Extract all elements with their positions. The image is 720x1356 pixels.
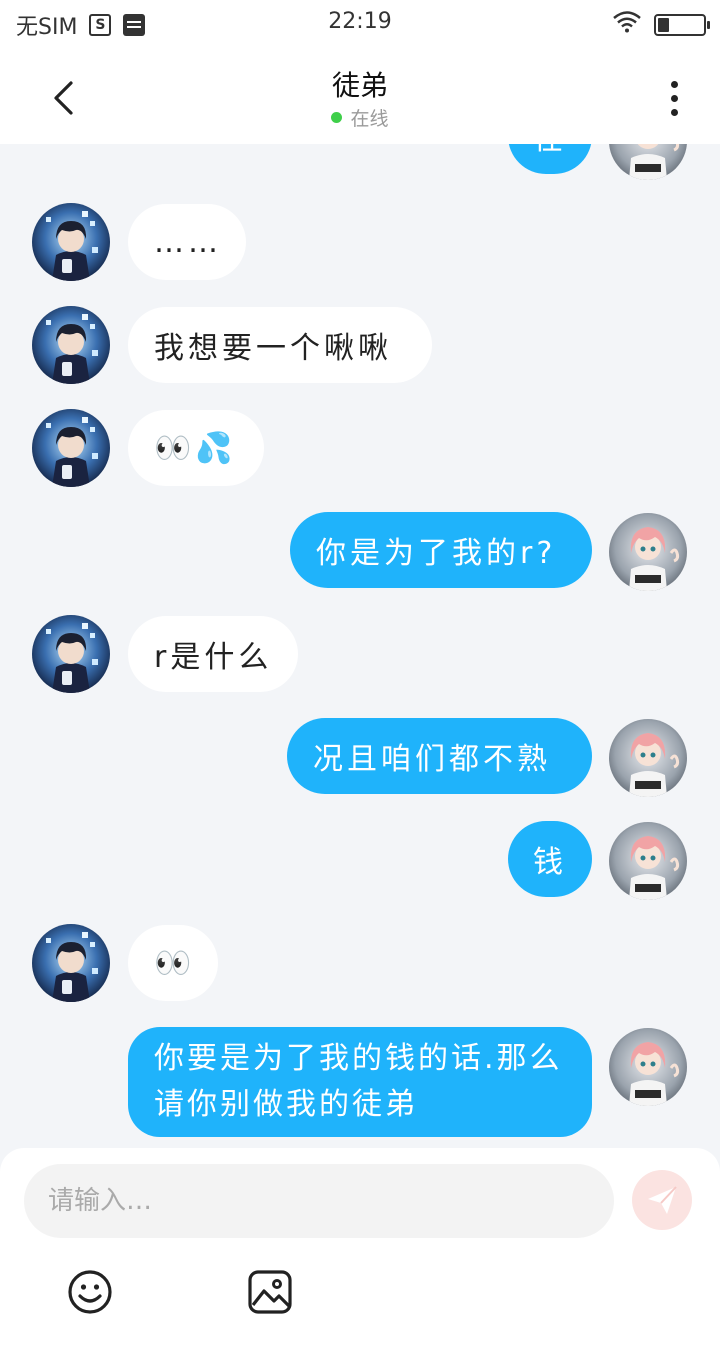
my-avatar[interactable] [609,144,687,180]
more-dot-icon [670,94,678,102]
message-text: 钱 [533,845,567,880]
message-text: 你是为了我的r? [316,536,557,571]
message-bubble-outgoing[interactable]: 在 [508,144,592,174]
image-button[interactable] [246,1268,294,1316]
message-text: 👀💦 [154,430,237,466]
composer [0,1148,720,1356]
message-text: r是什么 [154,640,273,675]
status-bar: 无SIM S 22:19 [0,0,720,48]
message-bubble-incoming[interactable]: 👀💦 [128,410,264,486]
chat-header: 徒弟 在线 [0,48,720,144]
message-bubble-incoming[interactable]: 👀 [128,925,218,1001]
status-right [612,11,710,39]
message-text: 在 [533,144,567,158]
contact-avatar[interactable] [32,306,110,384]
message-text: 况且咱们都不熟 [313,742,551,777]
message-text: …… [154,224,222,260]
send-button[interactable] [632,1170,692,1230]
image-icon [248,1270,292,1314]
battery-icon [654,14,710,36]
presence-label: 在线 [350,108,389,130]
emoji-icon [68,1270,112,1314]
message-text: 👀 [154,945,196,981]
contact-avatar[interactable] [32,409,110,487]
more-dot-icon [670,108,678,116]
presence-status: 在线 [0,104,720,131]
message-list[interactable]: 在 …… 我想要一个啾啾 👀💦 你是为了我的r? r是什么 况且咱们都不熟 [0,144,720,1148]
my-avatar[interactable] [609,719,687,797]
message-bubble-outgoing[interactable]: 你是为了我的r? [290,512,592,588]
wifi-icon [612,11,642,39]
message-bubble-incoming[interactable]: 我想要一个啾啾 [128,307,432,383]
my-avatar[interactable] [609,822,687,900]
more-dot-icon [670,80,678,88]
message-bubble-incoming[interactable]: r是什么 [128,616,298,692]
message-bubble-outgoing[interactable]: 你要是为了我的钱的话.那么请你别做我的徒弟 [128,1027,592,1137]
my-avatar[interactable] [609,513,687,591]
message-text: 你要是为了我的钱的话.那么请你别做我的徒弟 [154,1041,563,1122]
more-options-button[interactable] [654,76,694,120]
message-text: 我想要一个啾啾 [154,331,392,366]
message-bubble-outgoing[interactable]: 钱 [508,821,592,897]
contact-avatar[interactable] [32,203,110,281]
contact-avatar[interactable] [32,924,110,1002]
send-icon [648,1186,677,1214]
online-dot-icon [331,112,343,123]
battery-fill [658,18,669,32]
message-bubble-outgoing[interactable]: 况且咱们都不熟 [287,718,592,794]
contact-name: 徒弟 [331,69,388,102]
my-avatar[interactable] [609,1028,687,1106]
contact-avatar[interactable] [32,615,110,693]
emoji-button[interactable] [66,1268,114,1316]
message-input[interactable] [24,1164,614,1238]
message-bubble-incoming[interactable]: …… [128,204,246,280]
